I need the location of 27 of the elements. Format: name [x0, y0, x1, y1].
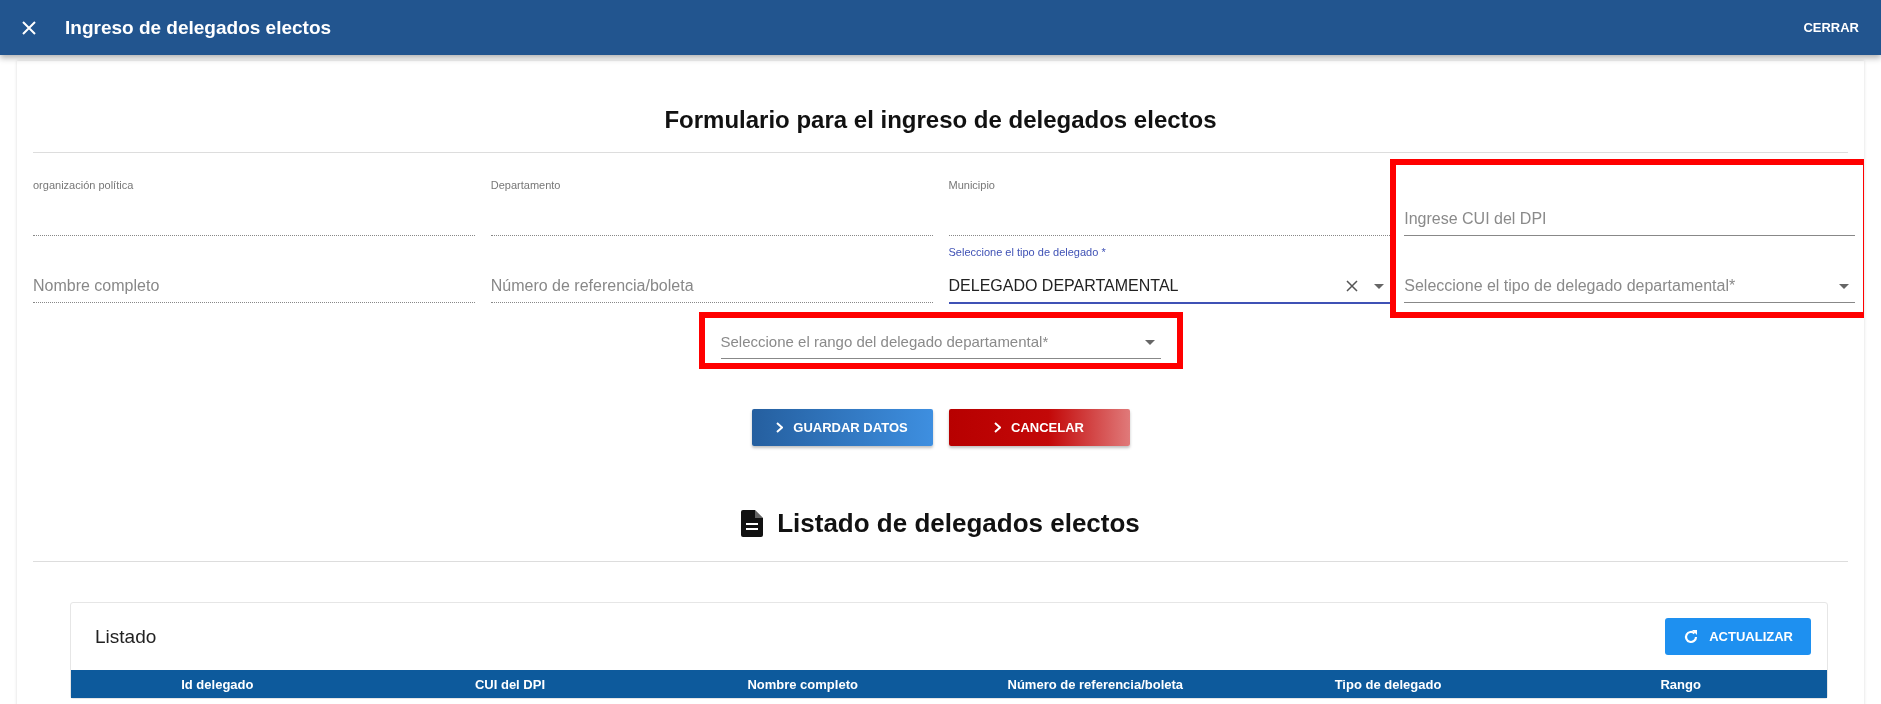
column-header: Nombre completo — [746, 676, 859, 692]
column-header: Rango — [1659, 676, 1702, 692]
select-field[interactable]: Seleccione el tipo de delegado * DELEGADO DEPARTAMENTAL — [948, 240, 1391, 304]
column-header: CUI del DPI — [473, 676, 547, 692]
select-field[interactable]: Seleccione el tipo de delegado departamental* — [1404, 240, 1855, 303]
caret-icon — [1144, 339, 1155, 345]
close-button[interactable] — [21, 19, 37, 36]
cancel-button[interactable]: CANCELAR — [948, 409, 1130, 446]
section-title: Listado de delegados electos — [777, 508, 1140, 539]
form-title: Formulario para el ingreso de delegados electos — [663, 106, 1218, 134]
close-icon — [21, 19, 37, 36]
caret-icon — [1374, 283, 1385, 289]
close-text-button[interactable]: CERRAR — [1799, 16, 1863, 39]
window-title: Ingreso de delegados electos — [65, 16, 333, 39]
refresh-icon — [1683, 628, 1700, 645]
select-field[interactable]: Seleccione el rango del delegado departamental* — [720, 318, 1161, 359]
column-header: Tipo de delegado — [1333, 676, 1443, 692]
column-header: Número de referencia/boleta — [1006, 676, 1185, 692]
chevron-icon — [994, 422, 1001, 433]
column-header: Id delegado — [180, 676, 255, 692]
chevron-icon — [776, 422, 784, 433]
save-button[interactable]: GUARDAR DATOS — [751, 409, 933, 446]
refresh-button[interactable]: ACTUALIZAR — [1665, 618, 1811, 655]
document-icon — [741, 510, 764, 537]
card-title: Listado — [95, 625, 157, 648]
input-field[interactable]: Ingrese CUI del DPI — [1404, 173, 1855, 236]
caret-icon — [1839, 283, 1849, 289]
